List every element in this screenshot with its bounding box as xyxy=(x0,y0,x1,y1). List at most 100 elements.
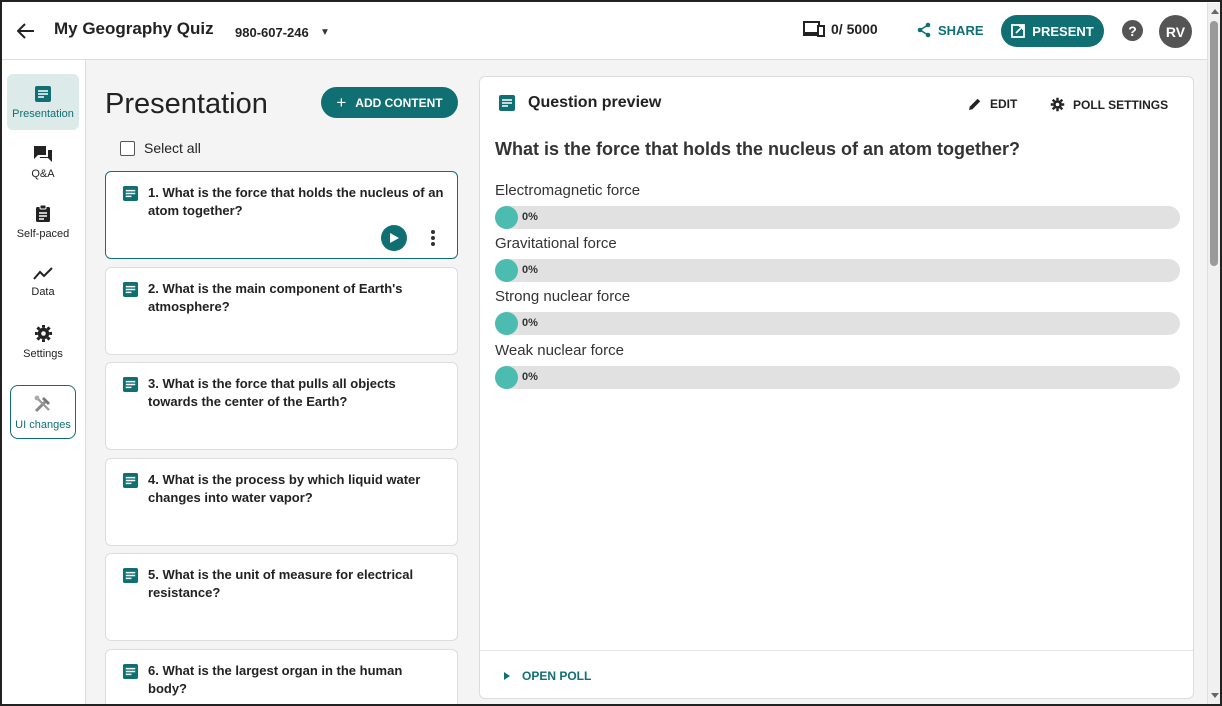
question-list-panel: Presentation + ADD CONTENT Select all 1.… xyxy=(87,60,475,704)
nav-item-data[interactable]: Data xyxy=(7,254,79,310)
scroll-down-icon[interactable] xyxy=(1211,693,1219,698)
play-triangle-icon xyxy=(504,672,510,680)
share-label: SHARE xyxy=(938,22,984,38)
nav-label-ui-changes: UI changes xyxy=(15,418,71,431)
present-label: PRESENT xyxy=(1032,23,1094,39)
select-all-checkbox[interactable]: Select all xyxy=(120,140,201,156)
plus-icon: + xyxy=(336,92,347,112)
clipboard-icon xyxy=(36,204,50,222)
session-code[interactable]: 980-607-246 xyxy=(235,25,309,40)
nav-item-settings[interactable]: Settings xyxy=(7,314,79,370)
checkbox-icon[interactable] xyxy=(120,140,135,156)
result-fill xyxy=(495,366,518,389)
gear-icon xyxy=(1050,97,1065,112)
nav-item-self-paced[interactable]: Self-paced xyxy=(7,194,79,250)
devices-icon xyxy=(803,21,825,37)
option-label: Electromagnetic force xyxy=(495,182,641,199)
share-button[interactable]: SHARE xyxy=(916,22,984,38)
result-percent: 0% xyxy=(522,371,538,383)
result-percent: 0% xyxy=(522,211,538,223)
question-type-icon xyxy=(499,95,515,111)
question-text: 6. What is the largest organ in the huma… xyxy=(148,663,403,696)
pencil-icon xyxy=(969,98,981,110)
caret-down-icon[interactable]: ▼ xyxy=(320,27,330,38)
question-text: 1. What is the force that holds the nucl… xyxy=(148,185,444,218)
question-card-6[interactable]: 6. What is the largest organ in the huma… xyxy=(105,649,458,704)
question-type-icon xyxy=(122,472,139,489)
question-card-4[interactable]: 4. What is the process by which liquid w… xyxy=(105,458,458,546)
question-text: 2. What is the main component of Earth's… xyxy=(148,281,403,314)
result-bar: 0% xyxy=(495,366,1180,389)
share-icon xyxy=(917,22,931,38)
question-preview-panel: Question preview EDIT POLL SETTINGS What… xyxy=(479,76,1194,699)
result-percent: 0% xyxy=(522,317,538,329)
question-card-1[interactable]: 1. What is the force that holds the nucl… xyxy=(105,171,458,259)
question-card-2[interactable]: 2. What is the main component of Earth's… xyxy=(105,267,458,355)
open-external-icon xyxy=(1011,24,1026,38)
question-type-icon xyxy=(122,185,139,202)
page-scrollbar[interactable] xyxy=(1207,3,1220,704)
nav-item-ui-changes[interactable]: UI changes xyxy=(10,385,76,439)
question-text: 4. What is the process by which liquid w… xyxy=(148,472,421,505)
more-options-icon[interactable] xyxy=(428,227,438,249)
question-type-icon xyxy=(122,663,139,680)
question-type-icon xyxy=(122,376,139,393)
open-poll-label: OPEN POLL xyxy=(522,669,592,683)
nav-item-qa[interactable]: Q&A xyxy=(7,134,79,190)
poll-settings-label: POLL SETTINGS xyxy=(1073,97,1169,112)
presentation-icon xyxy=(35,85,51,102)
result-bar: 0% xyxy=(495,259,1180,282)
question-text: 3. What is the force that pulls all obje… xyxy=(148,376,396,409)
result-bar: 0% xyxy=(495,312,1180,335)
back-arrow-icon[interactable] xyxy=(14,19,38,43)
option-label: Strong nuclear force xyxy=(495,288,631,305)
preview-divider xyxy=(480,650,1193,651)
counter-text: 0/ 5000 xyxy=(831,21,878,37)
result-fill xyxy=(495,206,518,229)
question-text: 5. What is the unit of measure for elect… xyxy=(148,567,414,600)
question-type-icon xyxy=(122,281,139,298)
page-title: Presentation xyxy=(105,88,268,120)
result-fill xyxy=(495,259,518,282)
scroll-up-icon[interactable] xyxy=(1211,9,1219,14)
tools-icon xyxy=(34,395,50,412)
nav-item-presentation[interactable]: Presentation xyxy=(7,74,79,130)
poll-option-4: Weak nuclear force 0% xyxy=(495,342,1180,390)
preview-header: Question preview xyxy=(498,94,661,112)
question-card-5[interactable]: 5. What is the unit of measure for elect… xyxy=(105,553,458,641)
question-card-3[interactable]: 3. What is the force that pulls all obje… xyxy=(105,362,458,450)
chat-icon xyxy=(34,145,52,162)
line-chart-icon xyxy=(33,266,53,280)
preview-heading: Question preview xyxy=(528,94,662,111)
nav-label-presentation: Presentation xyxy=(12,107,74,120)
nav-label-self-paced: Self-paced xyxy=(16,228,70,240)
preview-question: What is the force that holds the nucleus… xyxy=(495,139,1021,159)
add-content-button[interactable]: + ADD CONTENT xyxy=(321,87,458,118)
nav-label-settings: Settings xyxy=(23,348,63,360)
result-percent: 0% xyxy=(522,264,538,276)
poll-option-2: Gravitational force 0% xyxy=(495,235,1180,283)
app-window: My Geography Quiz 980-607-246 ▼ 0/ 5000 … xyxy=(0,0,1222,706)
poll-settings-button[interactable]: POLL SETTINGS xyxy=(1050,97,1168,112)
nav-label-qa: Q&A xyxy=(31,167,55,180)
avatar[interactable]: RV xyxy=(1159,15,1192,48)
edit-label: EDIT xyxy=(990,97,1018,111)
open-poll-button[interactable]: OPEN POLL xyxy=(504,669,591,683)
quiz-title: My Geography Quiz xyxy=(54,19,214,38)
question-type-icon xyxy=(122,567,139,584)
add-content-label: ADD CONTENT xyxy=(355,95,443,110)
poll-option-3: Strong nuclear force 0% xyxy=(495,288,1180,336)
gear-icon xyxy=(34,324,52,343)
option-label: Gravitational force xyxy=(495,235,617,252)
help-icon[interactable]: ? xyxy=(1122,20,1143,41)
poll-option-1: Electromagnetic force 0% xyxy=(495,182,1180,230)
result-bar: 0% xyxy=(495,206,1180,229)
edit-button[interactable]: EDIT xyxy=(968,97,1017,111)
scroll-thumb[interactable] xyxy=(1210,21,1218,266)
participant-counter: 0/ 5000 xyxy=(803,21,878,37)
top-bar: My Geography Quiz 980-607-246 ▼ 0/ 5000 … xyxy=(2,2,1220,60)
present-button[interactable]: PRESENT xyxy=(1001,15,1104,47)
nav-label-data: Data xyxy=(31,285,55,298)
play-icon[interactable] xyxy=(381,225,407,251)
select-all-label: Select all xyxy=(144,140,201,156)
